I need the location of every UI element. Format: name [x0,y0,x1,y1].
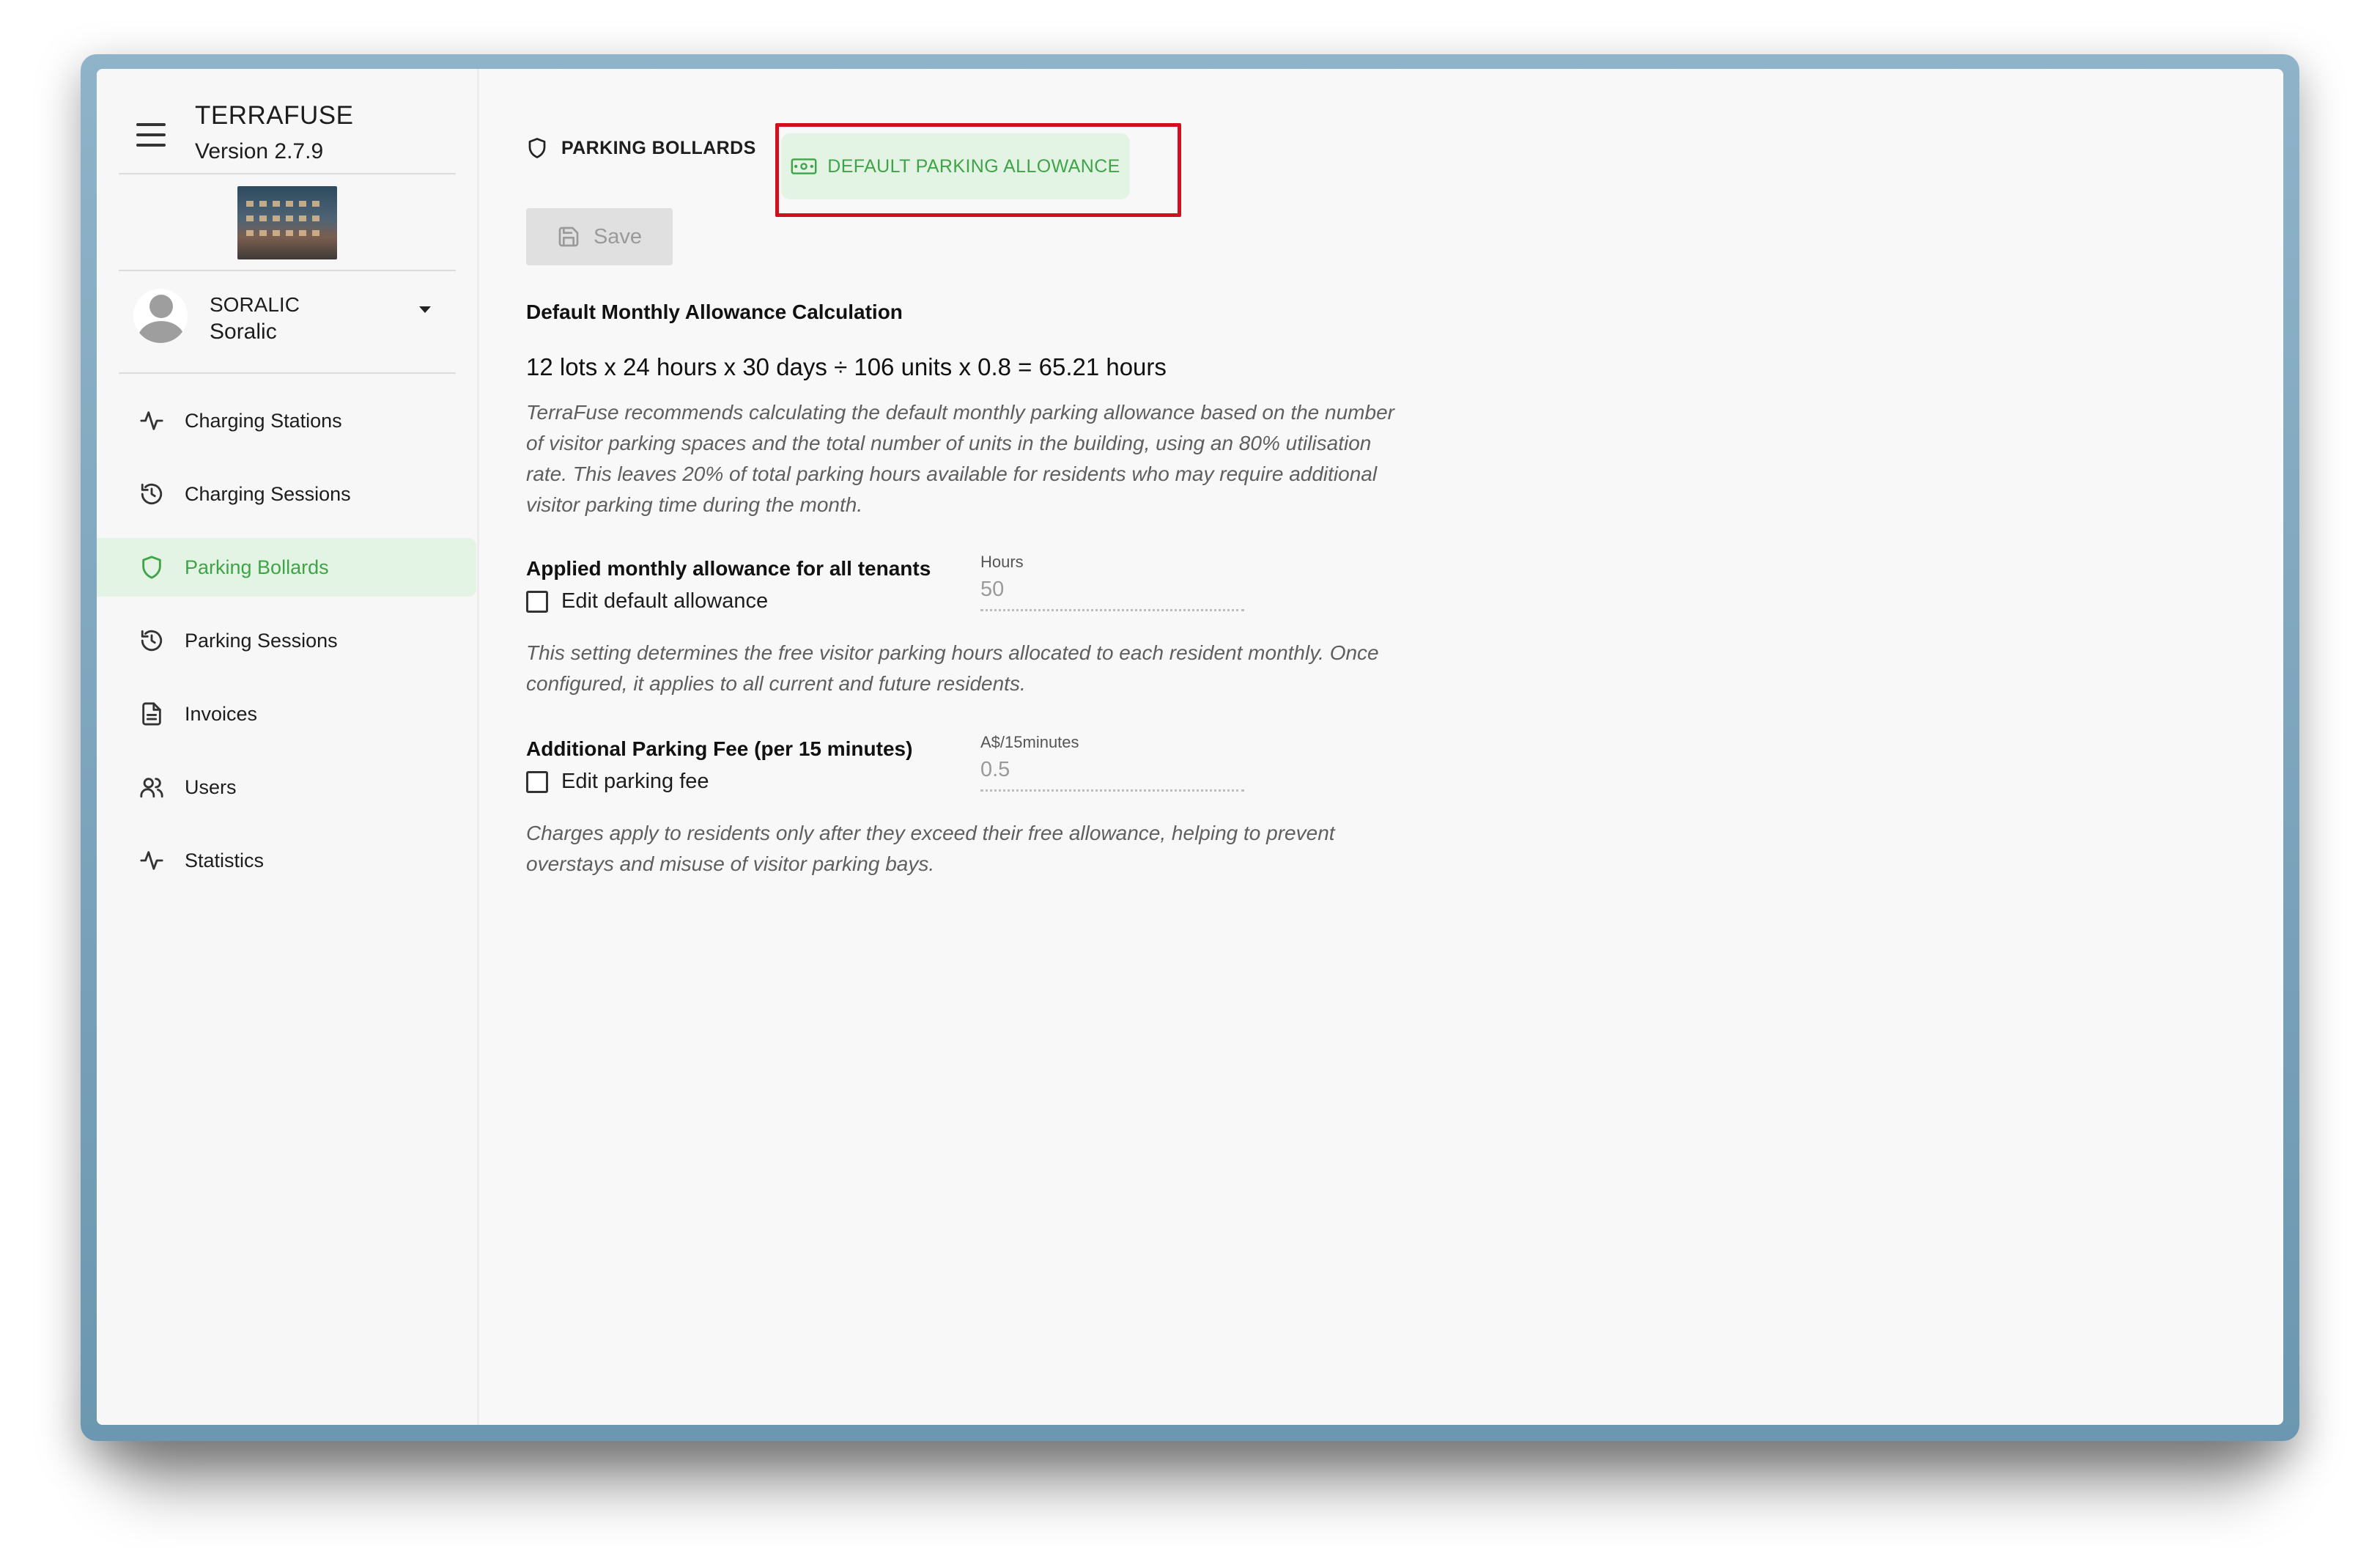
allowance-title: Applied monthly allowance for all tenant… [526,557,931,580]
field-label: Hours [980,553,1024,571]
user-switcher[interactable]: SORALIC Soralic [119,274,456,362]
sidebar-item-label: Parking Bollards [185,556,329,578]
save-icon [558,226,579,247]
main-content: PARKING BOLLARDS DEFAULT PARKING ALLOWAN… [492,69,2283,1425]
divider [119,173,456,174]
sidebar: TERRAFUSE Version 2.7.9 SORALIC Soralic [97,69,479,1425]
menu-icon[interactable] [136,123,166,147]
checkbox-label: Edit default allowance [561,589,769,613]
sidebar-item-users[interactable]: Users [97,758,476,817]
user-name: Soralic [210,320,277,344]
sidebar-item-parking-bollards[interactable]: Parking Bollards [97,538,476,597]
divider [119,372,456,374]
sidebar-item-label: Statistics [185,849,265,871]
edit-allowance-checkbox-row[interactable]: Edit default allowance [526,589,768,613]
shield-icon [142,556,161,579]
document-icon [142,702,161,726]
history-icon [141,630,163,652]
sidebar-item-label: Charging Stations [185,409,342,432]
activity-icon [140,411,163,430]
edit-fee-checkbox[interactable] [526,770,548,793]
calculation-formula: 12 lots x 24 hours x 30 days ÷ 106 units… [526,353,1167,380]
app-version: Version 2.7.9 [195,139,324,163]
calculation-note: TerraFuse recommends calculating the def… [526,401,1394,516]
tab-label: PARKING BOLLARDS [561,137,756,158]
sidebar-item-label: Users [185,775,237,798]
user-org: SORALIC [210,293,300,316]
sidebar-item-label: Charging Sessions [185,482,351,505]
sidebar-item-charging-sessions[interactable]: Charging Sessions [97,465,476,523]
app-window: TERRAFUSE Version 2.7.9 SORALIC Soralic [97,69,2283,1425]
calculation-title: Default Monthly Allowance Calculation [526,301,903,323]
avatar [133,289,188,343]
fee-input[interactable]: 0.5 [980,758,1244,792]
fee-field[interactable]: A$/15minutes 0.5 [980,733,1244,792]
hours-field[interactable]: Hours 50 [980,553,1244,611]
sidebar-item-invoices[interactable]: Invoices [97,685,476,743]
sidebar-item-statistics[interactable]: Statistics [97,831,476,890]
sidebar-item-label: Parking Sessions [185,629,338,652]
save-button[interactable]: Save [526,208,673,265]
app-title: TERRAFUSE [195,101,354,130]
highlight-annotation [775,123,1181,217]
tab-parking-bollards[interactable]: PARKING BOLLARDS [526,119,756,177]
activity-icon [140,851,163,870]
building-image [237,186,337,259]
sidebar-nav: Charging Stations Charging Sessions Park… [97,391,476,904]
sidebar-item-parking-sessions[interactable]: Parking Sessions [97,611,476,670]
allowance-note: This setting determines the free visitor… [526,641,1379,695]
fee-title: Additional Parking Fee (per 15 minutes) [526,737,913,760]
history-icon [141,483,163,505]
fee-note: Charges apply to residents only after th… [526,822,1335,875]
checkbox-label: Edit parking fee [561,770,709,793]
sidebar-item-charging-stations[interactable]: Charging Stations [97,391,476,450]
sidebar-item-label: Invoices [185,702,258,725]
divider [119,270,456,271]
shield-icon [528,138,546,158]
field-label: A$/15minutes [980,733,1079,751]
window-frame: TERRAFUSE Version 2.7.9 SORALIC Soralic [81,54,2299,1441]
edit-allowance-checkbox[interactable] [526,590,548,613]
app-header: TERRAFUSE Version 2.7.9 [119,85,456,173]
edit-fee-checkbox-row[interactable]: Edit parking fee [526,770,709,794]
hours-input[interactable]: 50 [980,578,1244,611]
save-label: Save [593,224,643,248]
chevron-down-icon[interactable] [419,306,431,313]
users-icon [140,778,163,798]
